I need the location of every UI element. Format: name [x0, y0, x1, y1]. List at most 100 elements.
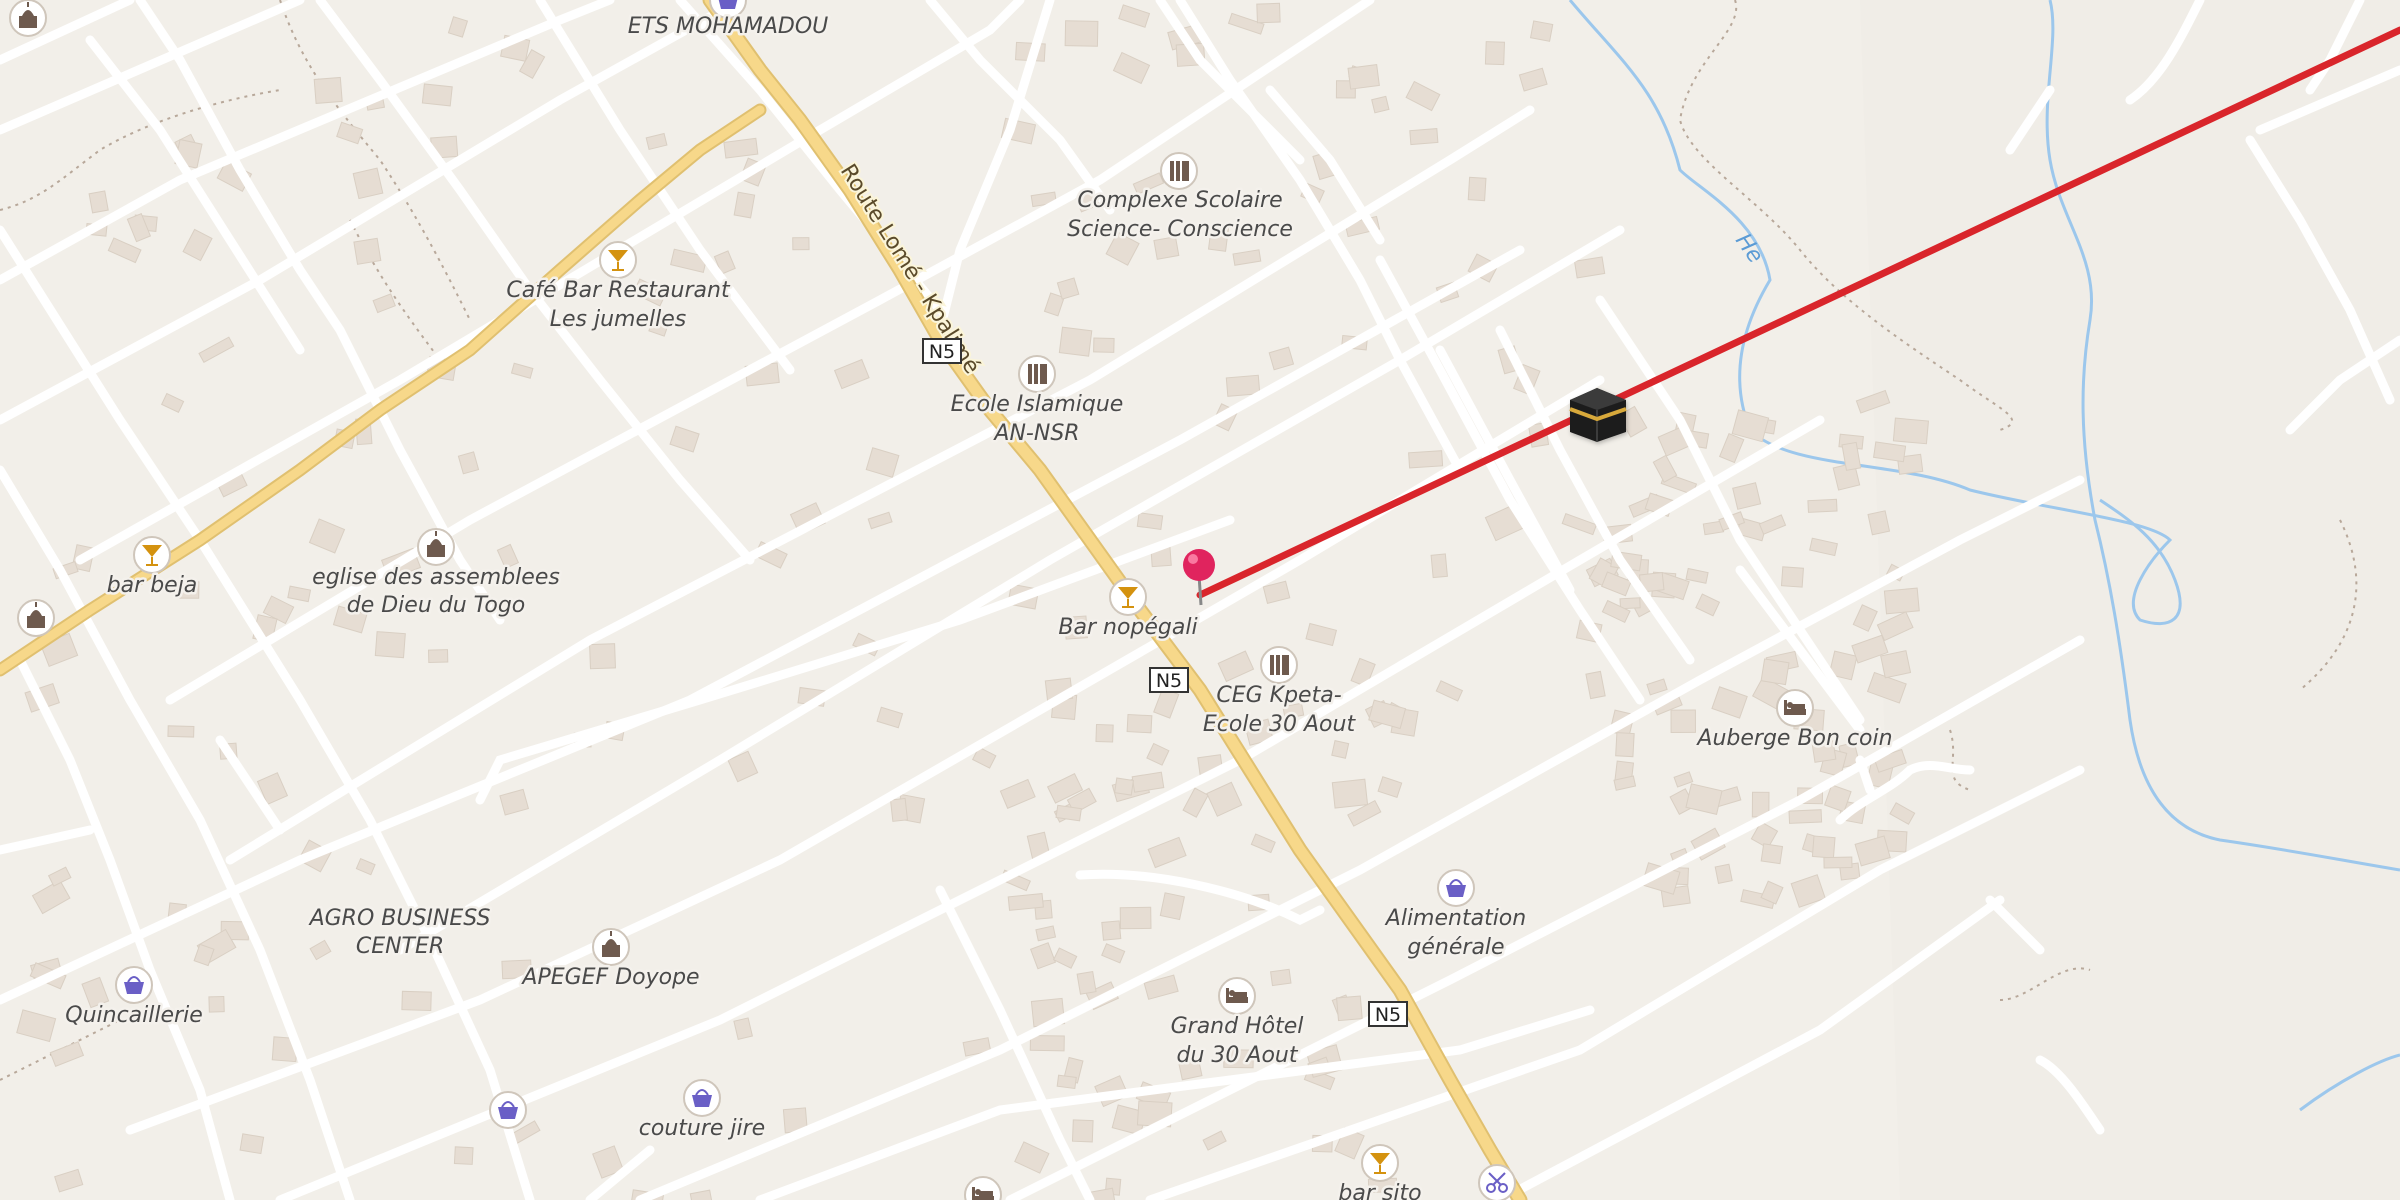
building — [1076, 971, 1097, 995]
poi-label-agro-2: CENTER — [356, 934, 444, 959]
poi-label-bar-nopegali: Bar nopégali — [1058, 615, 1197, 640]
building — [1883, 587, 1920, 615]
svg-text:N5: N5 — [929, 341, 955, 363]
poi-label-ceg-kpeta-2: Ecole 30 Aout — [1203, 712, 1357, 737]
building — [1880, 650, 1912, 679]
building — [733, 191, 756, 219]
road-shield-n5-1: N5 — [922, 338, 962, 364]
bar-cocktail-icon[interactable] — [599, 241, 637, 279]
building — [1331, 740, 1350, 759]
building — [889, 797, 909, 822]
building — [401, 990, 432, 1012]
building — [1270, 968, 1292, 987]
poi-label-agro-1: AGRO BUSINESS — [308, 906, 491, 931]
building — [1058, 326, 1093, 357]
bar-cocktail-icon[interactable] — [1361, 1144, 1399, 1182]
building — [1892, 417, 1930, 445]
poi-label-quincaillerie: Quincaillerie — [65, 1003, 202, 1028]
building — [723, 137, 759, 159]
building — [1029, 1034, 1065, 1052]
road-shield-n5-2: N5 — [1149, 667, 1189, 693]
poi-label-ecole-islamique-2: AN-NSR — [992, 421, 1079, 446]
poi-label-grand-hotel-2: du 30 Aout — [1177, 1043, 1299, 1068]
building — [1064, 20, 1099, 47]
poi-label-eglise-2: de Dieu du Togo — [347, 593, 526, 618]
building — [1331, 778, 1369, 809]
svg-text:N5: N5 — [1375, 1004, 1401, 1026]
shop-basket-icon[interactable] — [115, 966, 153, 1004]
building — [353, 237, 382, 265]
building — [374, 631, 406, 659]
building — [1780, 566, 1804, 588]
poi-label-alimentation-2: générale — [1407, 935, 1504, 960]
building — [1095, 723, 1114, 743]
poi-label-couture: couture jire — [639, 1116, 765, 1141]
svg-text:N5: N5 — [1156, 670, 1182, 692]
map-canvas[interactable]: He Route Lomé - Kpalimé N5 N5 N5 ETS MOH… — [0, 0, 2400, 1200]
poi-label-cafe-bar-2: Les jumelles — [550, 307, 687, 332]
building — [1430, 553, 1448, 579]
shop-basket-icon[interactable] — [683, 1079, 721, 1117]
building — [313, 76, 343, 104]
building — [1071, 1119, 1094, 1143]
poi-label-ecole-islamique-1: Ecole Islamique — [951, 392, 1124, 417]
place-of-worship-icon[interactable] — [9, 0, 47, 37]
poi-label-cafe-bar-1: Café Bar Restaurant — [506, 278, 731, 303]
hotel-bed-icon[interactable] — [1218, 977, 1256, 1015]
building — [1867, 510, 1891, 536]
building — [167, 725, 195, 738]
building — [1093, 337, 1115, 353]
building — [1136, 512, 1164, 531]
building — [1807, 498, 1838, 513]
building — [1760, 658, 1790, 686]
building — [1336, 995, 1363, 1022]
poi-label-apegef: APEGEF Doyope — [520, 965, 699, 990]
place-of-worship-icon[interactable] — [17, 599, 55, 637]
place-of-worship-icon[interactable] — [592, 928, 630, 966]
building — [1256, 2, 1281, 24]
poi-label-complexe-scolaire-2: Science- Conscience — [1067, 217, 1293, 242]
building — [1714, 863, 1733, 884]
bar-cocktail-icon[interactable] — [133, 536, 171, 574]
hotel-bed-icon[interactable] — [1776, 689, 1814, 727]
building — [1101, 920, 1122, 941]
building — [1670, 709, 1696, 734]
poi-label-alimentation-1: Alimentation — [1384, 906, 1526, 931]
building — [1119, 906, 1152, 930]
building — [792, 237, 810, 251]
scissors-icon[interactable] — [1478, 1164, 1516, 1200]
building — [88, 190, 109, 214]
building — [1529, 20, 1554, 42]
building — [453, 1146, 474, 1165]
building — [1126, 713, 1153, 734]
place-of-worship-icon[interactable] — [417, 528, 455, 566]
poi-label-bar-sito: bar sito — [1338, 1181, 1421, 1200]
shop-basket-icon[interactable] — [489, 1091, 527, 1129]
building — [352, 167, 384, 200]
school-icon[interactable] — [1018, 355, 1056, 393]
school-icon[interactable] — [1260, 646, 1298, 684]
building — [1484, 41, 1506, 66]
shop-basket-icon[interactable] — [1437, 869, 1475, 907]
building — [1760, 843, 1784, 865]
building — [1408, 450, 1444, 469]
building — [1811, 835, 1836, 859]
poi-label-eglise-1: eglise des assemblees — [312, 565, 560, 590]
rural-area — [1860, 0, 2400, 1200]
road-shield-n5-3: N5 — [1368, 1001, 1408, 1027]
school-icon[interactable] — [1160, 152, 1198, 190]
building — [1056, 1074, 1077, 1090]
building — [1114, 777, 1134, 796]
building — [1347, 64, 1380, 90]
building — [239, 1133, 265, 1155]
poi-label-ceg-kpeta-1: CEG Kpeta- — [1216, 683, 1341, 708]
building — [1615, 732, 1635, 758]
building — [1619, 597, 1641, 610]
poi-label-ets-mohamadou: ETS MOHAMADOU — [628, 14, 829, 39]
poi-label-complexe-scolaire-1: Complexe Scolaire — [1077, 188, 1282, 213]
bar-cocktail-icon[interactable] — [1109, 578, 1147, 616]
map-view[interactable]: He Route Lomé - Kpalimé N5 N5 N5 ETS MOH… — [0, 0, 2400, 1200]
building — [1007, 893, 1044, 911]
building — [1467, 176, 1487, 202]
building — [589, 643, 616, 670]
